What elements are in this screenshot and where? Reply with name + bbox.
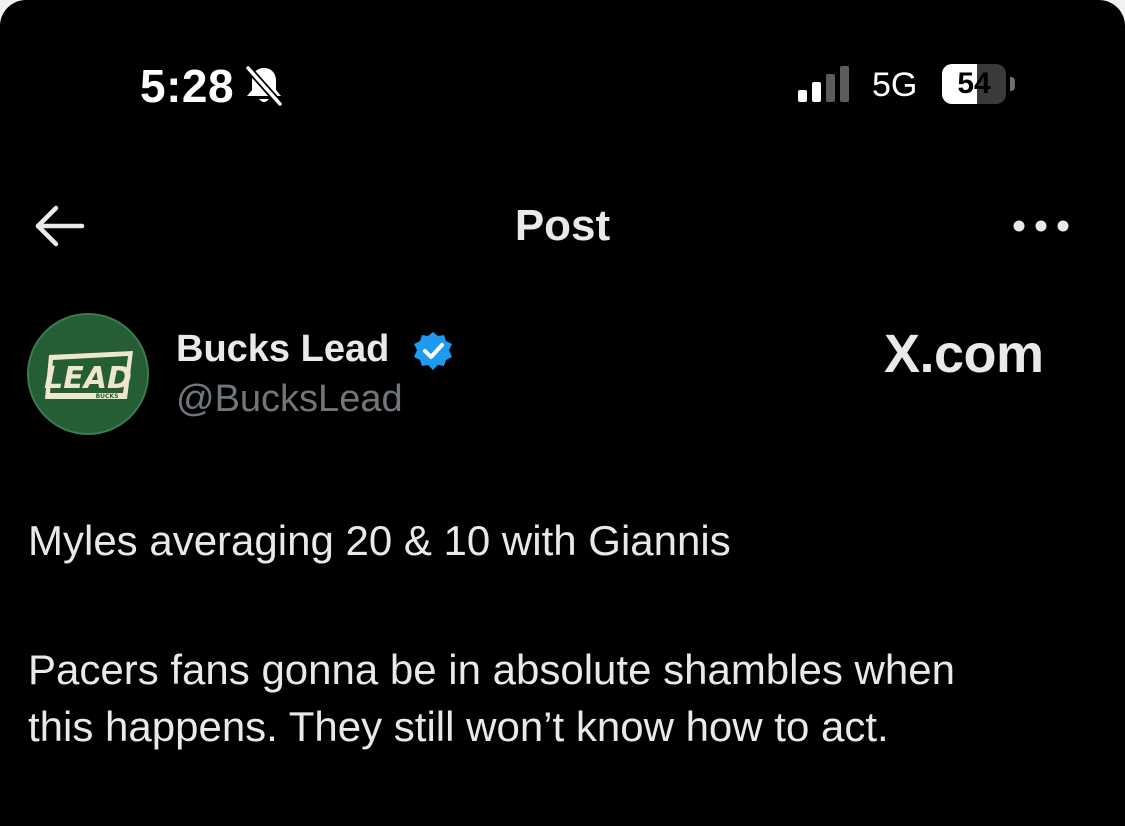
author-name[interactable]: Bucks Lead: [176, 326, 389, 372]
verified-badge-icon: [414, 332, 452, 370]
post-screen: 5:28 5G 54 Post LEAD BUCKS Bucks Lead @B…: [0, 0, 1125, 826]
author-handle[interactable]: @BucksLead: [176, 376, 403, 422]
post-line: Myles averaging 20 & 10 with Giannis: [28, 517, 731, 564]
x-com-watermark: X.com: [884, 324, 1044, 384]
svg-text:BUCKS: BUCKS: [96, 393, 119, 400]
avatar[interactable]: LEAD BUCKS: [27, 313, 149, 435]
post-line: Pacers fans gonna be in absolute shamble…: [28, 646, 955, 693]
signal-icon: [798, 66, 849, 102]
post-line: this happens. They still won’t know how …: [28, 703, 889, 750]
battery-level: 54: [957, 67, 991, 100]
battery-icon: 54: [942, 64, 1016, 104]
bell-slash-icon: [244, 64, 284, 108]
post-text: Myles averaging 20 & 10 with Giannis Pac…: [28, 512, 1108, 755]
status-time: 5:28: [140, 60, 235, 112]
more-icon[interactable]: [1010, 212, 1072, 240]
page-title: Post: [514, 201, 611, 250]
network-type-label: 5G: [872, 66, 918, 104]
bucks-lead-logo: LEAD BUCKS: [44, 351, 133, 400]
svg-text:LEAD: LEAD: [44, 361, 132, 396]
